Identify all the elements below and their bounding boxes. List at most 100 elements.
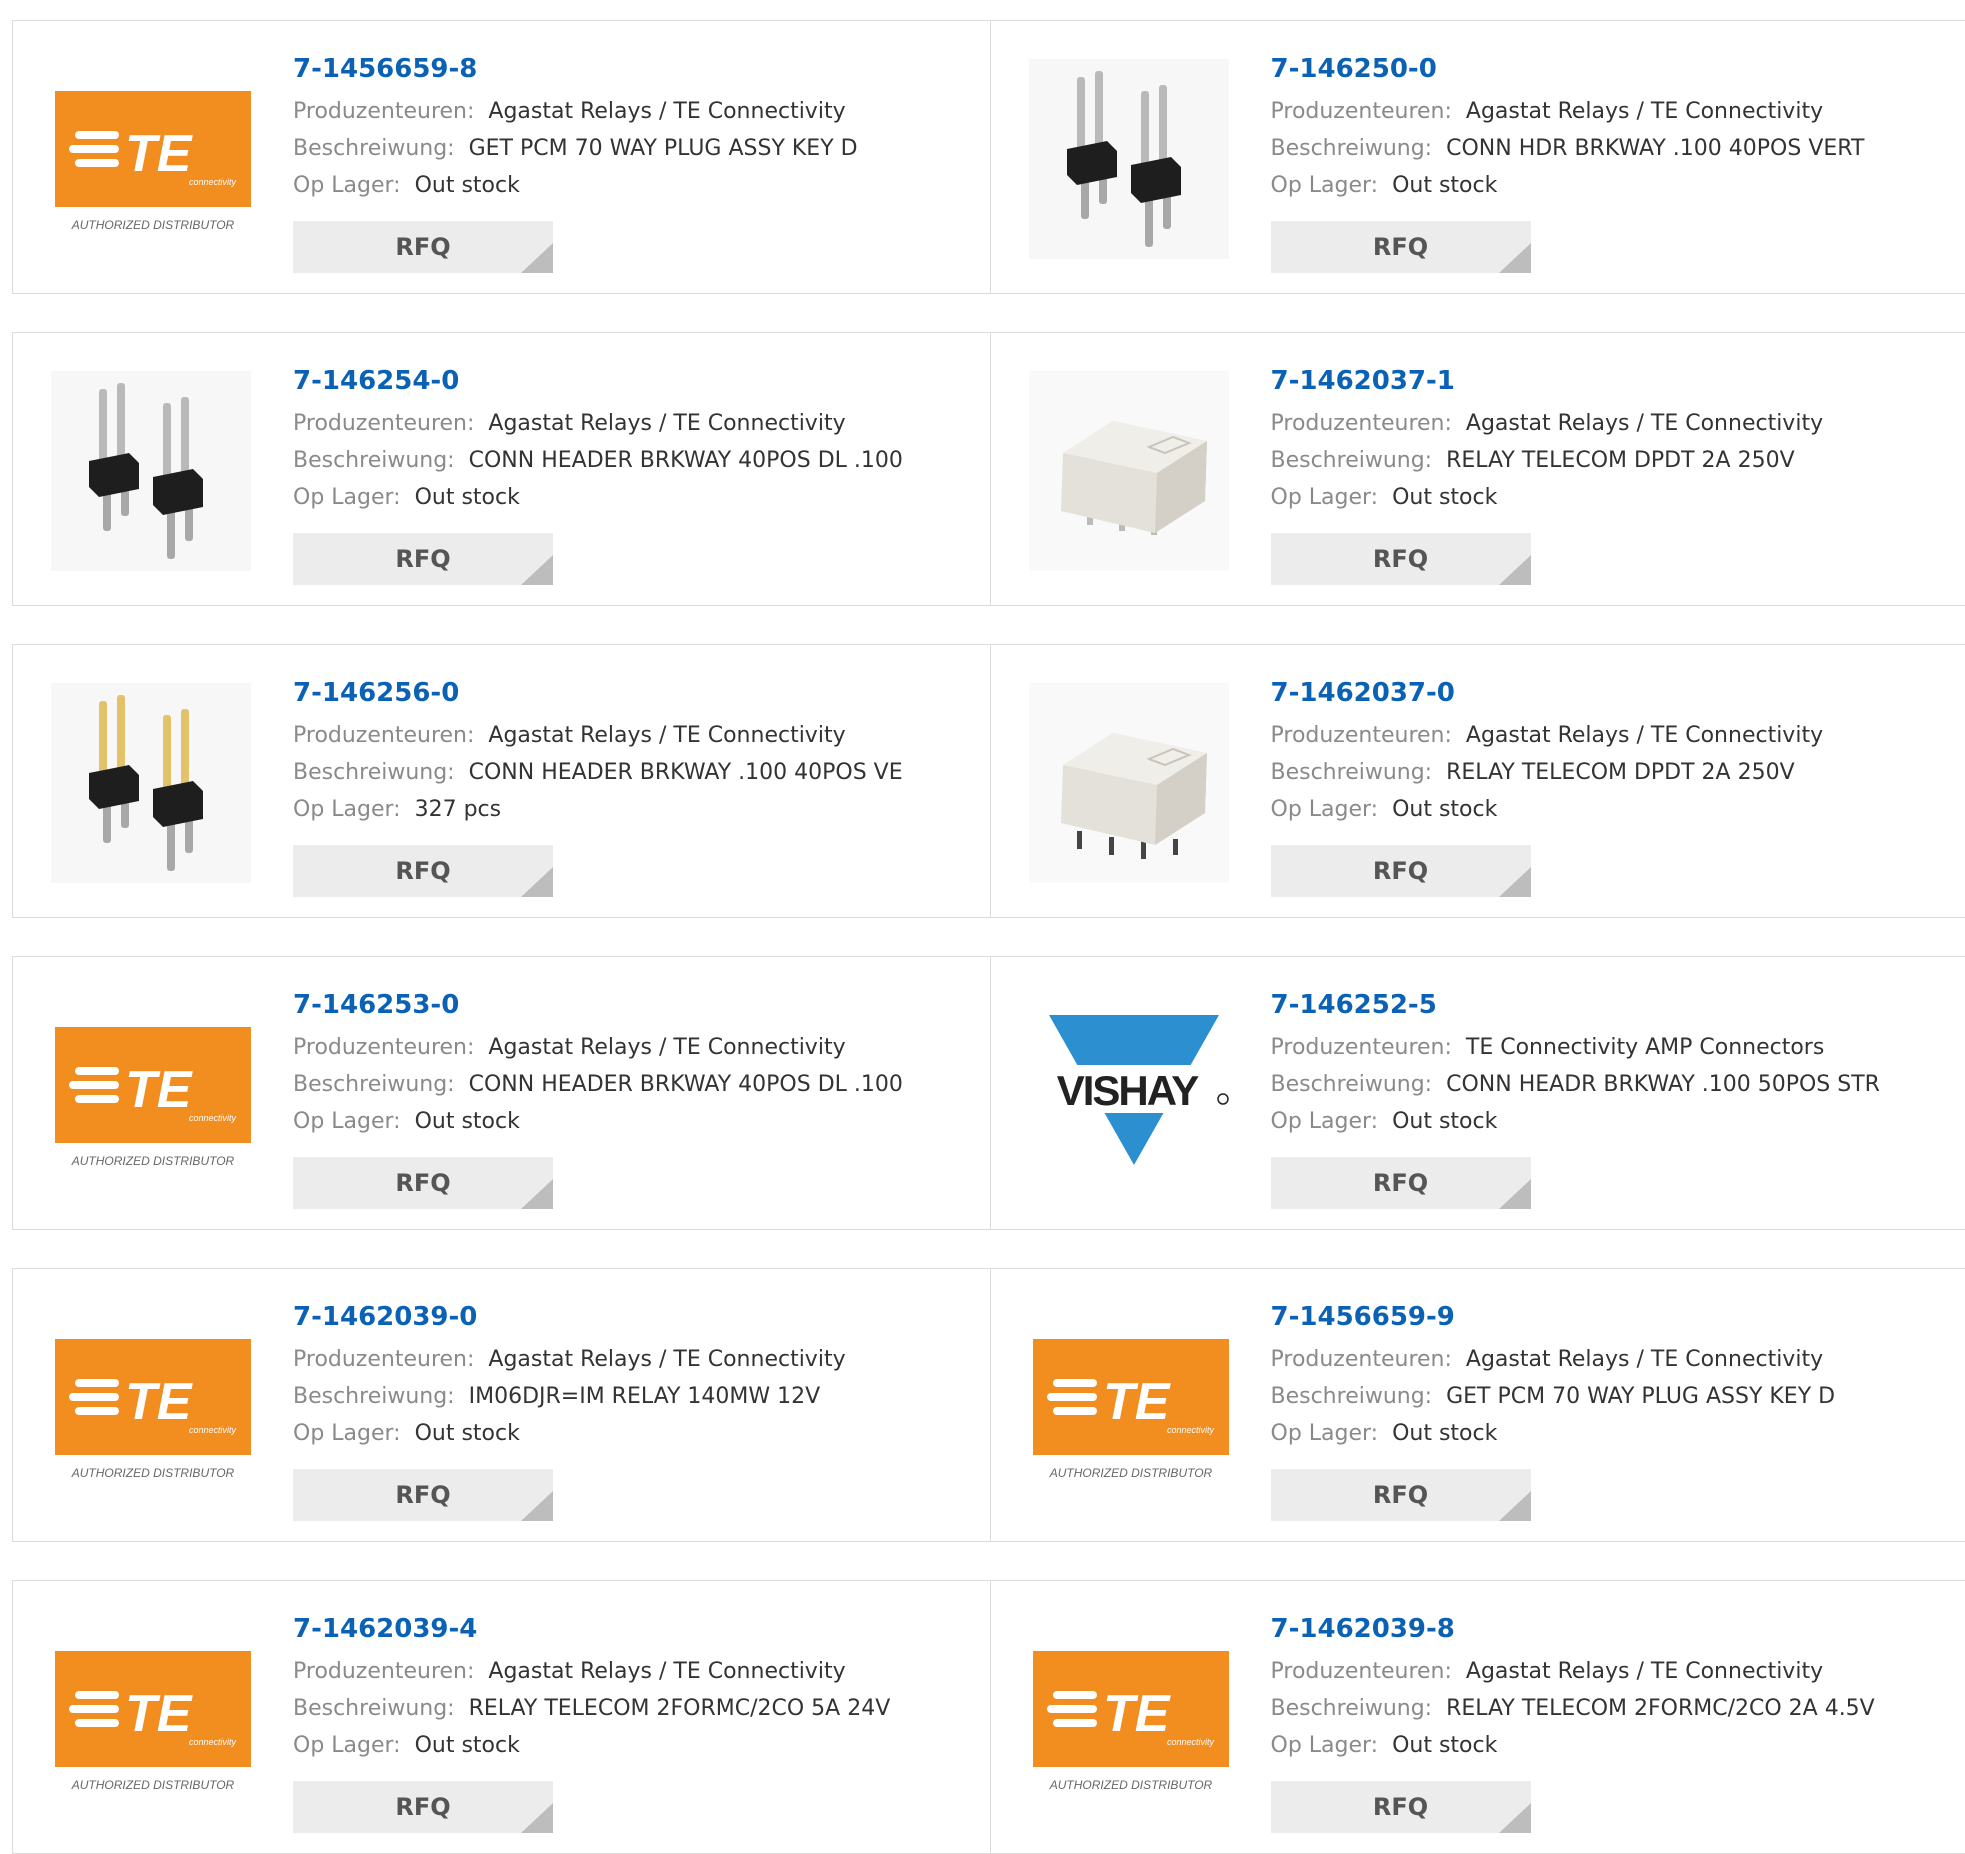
svg-text:connectivity: connectivity bbox=[189, 177, 237, 187]
part-number-link[interactable]: 7-146250-0 bbox=[1271, 49, 1865, 89]
rfq-button[interactable]: RFQ bbox=[293, 1469, 553, 1521]
description-label: Beschreiwung: bbox=[1271, 448, 1433, 473]
part-number-link[interactable]: 7-146256-0 bbox=[293, 673, 903, 713]
product-image[interactable]: TE connectivity AUTHORIZED DISTRIBUTOR bbox=[51, 1619, 251, 1819]
svg-text:AUTHORIZED DISTRIBUTOR: AUTHORIZED DISTRIBUTOR bbox=[71, 1778, 235, 1792]
product-info: 7-1456659-8 Produzenteuren:Agastat Relay… bbox=[293, 49, 858, 204]
manufacturer-row: Produzenteuren:Agastat Relays / TE Conne… bbox=[1271, 1653, 1875, 1690]
button-corner-decoration bbox=[521, 1491, 553, 1521]
rfq-label: RFQ bbox=[395, 1793, 450, 1821]
rfq-button[interactable]: RFQ bbox=[1271, 845, 1531, 897]
part-number-link[interactable]: 7-1462039-8 bbox=[1271, 1609, 1875, 1649]
svg-text:connectivity: connectivity bbox=[189, 1425, 237, 1435]
description-value: RELAY TELECOM 2FORMC/2CO 2A 4.5V bbox=[1446, 1696, 1875, 1721]
rfq-button[interactable]: RFQ bbox=[1271, 221, 1531, 273]
part-number-link[interactable]: 7-1462037-1 bbox=[1271, 361, 1824, 401]
product-card: 7-146256-0 Produzenteuren:Agastat Relays… bbox=[13, 645, 990, 917]
description-label: Beschreiwung: bbox=[293, 136, 455, 161]
stock-row: Op Lager:Out stock bbox=[293, 1103, 903, 1140]
manufacturer-label: Produzenteuren: bbox=[1271, 723, 1452, 748]
rfq-label: RFQ bbox=[1373, 233, 1428, 261]
stock-value: Out stock bbox=[1392, 173, 1497, 198]
product-image[interactable] bbox=[1029, 59, 1229, 259]
manufacturer-value: Agastat Relays / TE Connectivity bbox=[1466, 411, 1823, 436]
description-label: Beschreiwung: bbox=[1271, 1384, 1433, 1409]
pin-header-photo bbox=[51, 371, 251, 571]
rfq-label: RFQ bbox=[395, 545, 450, 573]
manufacturer-label: Produzenteuren: bbox=[293, 1659, 474, 1684]
manufacturer-value: Agastat Relays / TE Connectivity bbox=[1466, 99, 1823, 124]
product-image[interactable]: TE connectivity AUTHORIZED DISTRIBUTOR bbox=[51, 995, 251, 1195]
rfq-button[interactable]: RFQ bbox=[293, 1781, 553, 1833]
product-card: TE connectivity AUTHORIZED DISTRIBUTOR 7… bbox=[13, 957, 990, 1229]
stock-value: Out stock bbox=[1392, 797, 1497, 822]
svg-text:TE: TE bbox=[1103, 1685, 1171, 1743]
manufacturer-label: Produzenteuren: bbox=[1271, 1347, 1452, 1372]
button-corner-decoration bbox=[1499, 555, 1531, 585]
te-connectivity-logo: TE connectivity AUTHORIZED DISTRIBUTOR bbox=[1029, 1307, 1229, 1507]
description-label: Beschreiwung: bbox=[293, 1384, 455, 1409]
stock-row: Op Lager:Out stock bbox=[1271, 167, 1865, 204]
manufacturer-value: Agastat Relays / TE Connectivity bbox=[1466, 1347, 1823, 1372]
rfq-button[interactable]: RFQ bbox=[1271, 1781, 1531, 1833]
rfq-button[interactable]: RFQ bbox=[1271, 1469, 1531, 1521]
part-number-link[interactable]: 7-146252-5 bbox=[1271, 985, 1880, 1025]
product-image[interactable]: TE connectivity AUTHORIZED DISTRIBUTOR bbox=[1029, 1307, 1229, 1507]
description-row: Beschreiwung:GET PCM 70 WAY PLUG ASSY KE… bbox=[293, 130, 858, 167]
manufacturer-label: Produzenteuren: bbox=[293, 1035, 474, 1060]
rfq-button[interactable]: RFQ bbox=[293, 221, 553, 273]
stock-label: Op Lager: bbox=[293, 485, 401, 510]
description-value: IM06DJR=IM RELAY 140MW 12V bbox=[469, 1384, 821, 1409]
part-number-link[interactable]: 7-1456659-8 bbox=[293, 49, 858, 89]
svg-text:TE: TE bbox=[125, 1685, 193, 1743]
svg-text:TE: TE bbox=[1103, 1373, 1171, 1431]
product-image[interactable] bbox=[1029, 683, 1229, 883]
manufacturer-row: Produzenteuren:Agastat Relays / TE Conne… bbox=[1271, 93, 1865, 130]
part-number-link[interactable]: 7-1462039-0 bbox=[293, 1297, 846, 1337]
product-image[interactable]: TE connectivity AUTHORIZED DISTRIBUTOR bbox=[51, 1307, 251, 1507]
product-image[interactable] bbox=[51, 371, 251, 571]
product-image[interactable]: VISHAY bbox=[1029, 995, 1229, 1195]
product-image[interactable]: TE connectivity AUTHORIZED DISTRIBUTOR bbox=[1029, 1619, 1229, 1819]
manufacturer-label: Produzenteuren: bbox=[1271, 411, 1452, 436]
product-info: 7-1456659-9 Produzenteuren: Agastat Relay… bbox=[1271, 1297, 1836, 1452]
product-info: 7-146256-0 Produzenteuren:Agastat Relays… bbox=[293, 673, 903, 828]
rfq-button[interactable]: RFQ bbox=[293, 845, 553, 897]
manufacturer-value: Agastat Relays / TE Connectivity bbox=[488, 723, 845, 748]
product-card: 7-1462037-1 Produzenteuren: Agastat Relay… bbox=[990, 333, 1965, 605]
part-number-link[interactable]: 7-146254-0 bbox=[293, 361, 903, 401]
rfq-button[interactable]: RFQ bbox=[293, 1157, 553, 1209]
manufacturer-value: Agastat Relays / TE Connectivity bbox=[488, 1347, 845, 1372]
product-image[interactable] bbox=[51, 683, 251, 883]
part-number-link[interactable]: 7-1462037-0 bbox=[1271, 673, 1824, 713]
rfq-button[interactable]: RFQ bbox=[1271, 1157, 1531, 1209]
manufacturer-value: Agastat Relays / TE Connectivity bbox=[488, 1035, 845, 1060]
product-card: 7-1462037-0 Produzenteuren:Agastat Relay… bbox=[990, 645, 1965, 917]
manufacturer-row: Produzenteuren: Agastat Relays / TE Conne… bbox=[1271, 1341, 1836, 1378]
manufacturer-value: Agastat Relays / TE Connectivity bbox=[488, 411, 845, 436]
description-row: Beschreiwung:CONN HEADER BRKWAY 40POS DL… bbox=[293, 442, 903, 479]
rfq-button[interactable]: RFQ bbox=[293, 533, 553, 585]
stock-label: Op Lager: bbox=[293, 1733, 401, 1758]
product-image[interactable] bbox=[1029, 371, 1229, 571]
stock-row: Op Lager:Out stock bbox=[1271, 1727, 1875, 1764]
part-number-link[interactable]: 7-1456659-9 bbox=[1271, 1297, 1836, 1337]
svg-text:AUTHORIZED DISTRIBUTOR: AUTHORIZED DISTRIBUTOR bbox=[1048, 1466, 1212, 1480]
product-row: TE connectivity AUTHORIZED DISTRIBUTOR 7… bbox=[12, 956, 1965, 1230]
relay-photo bbox=[1029, 371, 1229, 571]
product-card: TE connectivity AUTHORIZED DISTRIBUTOR 7… bbox=[13, 1581, 990, 1853]
pin-header-photo bbox=[1029, 59, 1229, 259]
button-corner-decoration bbox=[1499, 1803, 1531, 1833]
description-row: Beschreiwung:CONN HDR BRKWAY .100 40POS … bbox=[1271, 130, 1865, 167]
part-number-link[interactable]: 7-146253-0 bbox=[293, 985, 903, 1025]
stock-label: Op Lager: bbox=[1271, 1421, 1379, 1446]
button-corner-decoration bbox=[1499, 867, 1531, 897]
product-image[interactable]: TE connectivity AUTHORIZED DISTRIBUTOR bbox=[51, 59, 251, 259]
description-row: Beschreiwung:RELAY TELECOM 2FORMC/2CO 5A… bbox=[293, 1690, 890, 1727]
part-number-link[interactable]: 7-1462039-4 bbox=[293, 1609, 890, 1649]
description-row: Beschreiwung:RELAY TELECOM DPDT 2A 250V bbox=[1271, 754, 1824, 791]
rfq-button[interactable]: RFQ bbox=[1271, 533, 1531, 585]
relay-photo bbox=[1029, 683, 1229, 883]
product-row: 7-146256-0 Produzenteuren: Agastat Relays… bbox=[12, 644, 1965, 918]
manufacturer-row: Produzenteuren: Agastat Relays / TE Conne… bbox=[1271, 405, 1824, 442]
